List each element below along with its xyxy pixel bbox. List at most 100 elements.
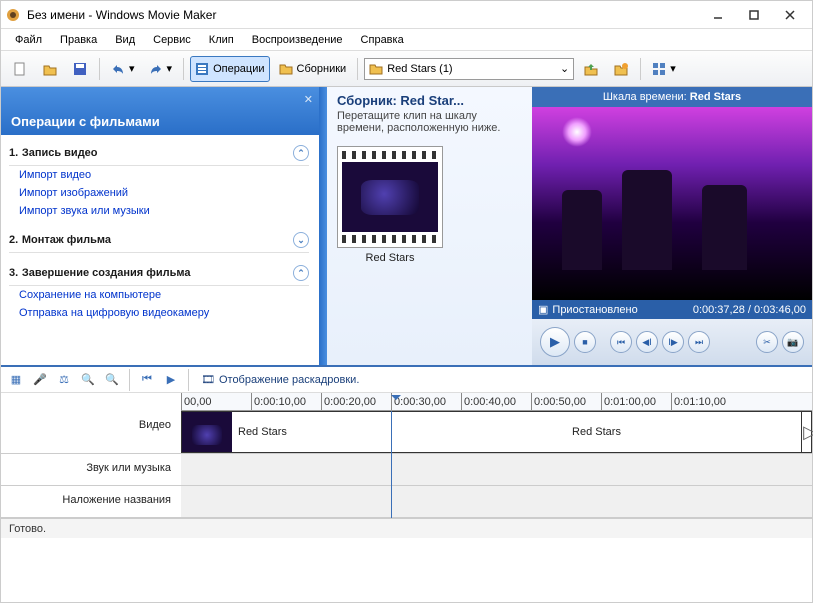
minimize-button[interactable]: [700, 4, 736, 26]
menu-clip[interactable]: Клип: [201, 32, 242, 48]
folder-icon: [369, 62, 383, 76]
save-button[interactable]: [67, 56, 93, 82]
task-head-edit[interactable]: 2. Монтаж фильма ⌄: [9, 228, 309, 253]
redo-button[interactable]: ▾: [144, 56, 178, 82]
undo-button[interactable]: ▾: [106, 56, 140, 82]
tasks-banner-title: Операции с фильмами: [11, 114, 160, 129]
track-label-video: Видео: [1, 411, 181, 453]
task-link-import-images[interactable]: Импорт изображений: [9, 184, 309, 202]
rewind-button[interactable]: ⏮: [138, 371, 156, 389]
track-audio-content[interactable]: [181, 454, 812, 485]
chevron-down-icon: ▾: [670, 62, 676, 75]
menu-view[interactable]: Вид: [107, 32, 143, 48]
chevron-down-icon: ⌄: [560, 62, 569, 75]
operations-button[interactable]: Операции: [190, 56, 269, 82]
menu-help[interactable]: Справка: [353, 32, 412, 48]
menu-tools[interactable]: Сервис: [145, 32, 199, 48]
statusbar: Готово.: [1, 518, 812, 538]
preview-status-text: Приостановлено: [552, 304, 637, 316]
app-icon: [5, 7, 21, 23]
expand-icon[interactable]: ⌄: [293, 232, 309, 248]
tasks-close-icon[interactable]: ✕: [304, 93, 313, 106]
preview-time: 0:00:37,28 / 0:03:46,00: [693, 304, 806, 316]
task-link-import-video[interactable]: Импорт видео: [9, 166, 309, 184]
zoom-out-button[interactable]: 🔍: [103, 371, 121, 389]
open-button[interactable]: [37, 56, 63, 82]
step-forward-button[interactable]: Ⅰ▶: [662, 331, 684, 353]
track-label-audio: Звук или музыка: [1, 454, 181, 485]
toolbar-separator: [357, 58, 358, 80]
preview-statusbar: ▣ Приостановлено 0:00:37,28 / 0:03:46,00: [532, 300, 812, 319]
tracks: Видео Red Stars Red Stars ▷ Звук или муз…: [1, 411, 812, 518]
timeline-clip[interactable]: Red Stars: [392, 412, 802, 452]
narrate-button[interactable]: 🎤: [31, 371, 49, 389]
audio-levels-button[interactable]: ⚖: [55, 371, 73, 389]
track-audio: Звук или музыка: [1, 454, 812, 486]
main-area: Операции с фильмами ✕ 1. Запись видео ⌃ …: [1, 87, 812, 367]
track-video-content[interactable]: Red Stars Red Stars ▷: [181, 411, 812, 453]
collapse-icon[interactable]: ⌃: [293, 265, 309, 281]
close-button[interactable]: [772, 4, 808, 26]
tasks-banner: Операции с фильмами ✕: [1, 87, 319, 135]
menu-file[interactable]: Файл: [7, 32, 50, 48]
task-link-save-computer[interactable]: Сохранение на компьютере: [9, 286, 309, 304]
maximize-button[interactable]: [736, 4, 772, 26]
new-folder-button[interactable]: [608, 56, 634, 82]
collections-button[interactable]: Сборники: [274, 56, 352, 82]
task-title: Монтаж фильма: [22, 234, 111, 246]
timeline-show-button[interactable]: ▦: [7, 371, 25, 389]
track-video: Видео Red Stars Red Stars ▷: [1, 411, 812, 454]
menu-edit[interactable]: Правка: [52, 32, 105, 48]
zoom-in-button[interactable]: 🔍: [79, 371, 97, 389]
toolbar-separator: [99, 58, 100, 80]
task-title: Завершение создания фильма: [22, 267, 191, 279]
preview-controls: ▶ ■ ⏮ ◀Ⅰ Ⅰ▶ ⏭ ✂ 📷: [532, 319, 812, 365]
up-level-button[interactable]: [578, 56, 604, 82]
stop-button[interactable]: ■: [574, 331, 596, 353]
preview-video[interactable]: [532, 107, 812, 300]
operations-label: Операции: [213, 63, 264, 75]
toolbar-separator: [183, 58, 184, 80]
toolbar-separator: [188, 369, 189, 391]
accent-strip: [319, 87, 327, 365]
task-link-send-camera[interactable]: Отправка на цифровую видеокамеру: [9, 304, 309, 322]
storyboard-label: Отображение раскадровки.: [219, 374, 359, 386]
next-clip-button[interactable]: ⏭: [688, 331, 710, 353]
clip-name: Red Stars: [238, 426, 287, 438]
timeline-clip[interactable]: Red Stars: [182, 412, 392, 452]
chevron-down-icon: ▾: [167, 62, 173, 75]
task-section-edit: 2. Монтаж фильма ⌄: [9, 228, 309, 253]
play-button[interactable]: ▶: [540, 327, 570, 357]
play-timeline-button[interactable]: ▶: [162, 371, 180, 389]
playhead[interactable]: [391, 393, 401, 410]
ruler-tick: 0:00:20,00: [321, 393, 376, 410]
storyboard-switch[interactable]: 🎞 Отображение раскадровки.: [197, 371, 363, 388]
menubar: Файл Правка Вид Сервис Клип Воспроизведе…: [1, 29, 812, 51]
task-num: 1.: [9, 147, 18, 159]
new-button[interactable]: [7, 56, 33, 82]
track-title-content[interactable]: [181, 486, 812, 517]
task-link-import-audio[interactable]: Импорт звука или музыки: [9, 202, 309, 220]
task-head-finish[interactable]: 3. Завершение создания фильма ⌃: [9, 261, 309, 286]
menu-playback[interactable]: Воспроизведение: [244, 32, 351, 48]
collection-dropdown[interactable]: Red Stars (1) ⌄: [364, 58, 574, 80]
step-back-button[interactable]: ◀Ⅰ: [636, 331, 658, 353]
pause-icon: ▣: [538, 303, 548, 316]
chevron-down-icon: ▾: [129, 62, 135, 75]
tasks-body: 1. Запись видео ⌃ Импорт видео Импорт из…: [1, 135, 319, 365]
toolbar-separator: [640, 58, 641, 80]
prev-clip-button[interactable]: ⏮: [610, 331, 632, 353]
task-title: Запись видео: [22, 147, 98, 159]
collapse-icon[interactable]: ⌃: [293, 145, 309, 161]
view-mode-button[interactable]: ▾: [647, 56, 681, 82]
film-strip-icon: [337, 146, 443, 248]
ruler-tick: 0:00:50,00: [531, 393, 586, 410]
preview-header: Шкала времени: Red Stars: [532, 87, 812, 107]
task-head-capture[interactable]: 1. Запись видео ⌃: [9, 141, 309, 166]
collection-selected: Red Stars (1): [387, 63, 452, 75]
timeline-ruler[interactable]: 00,00 0:00:10,00 0:00:20,00 0:00:30,00 0…: [181, 393, 812, 411]
preview-header-name: Red Stars: [690, 91, 741, 103]
snapshot-button[interactable]: 📷: [782, 331, 804, 353]
split-button[interactable]: ✂: [756, 331, 778, 353]
clip-thumbnail[interactable]: Red Stars: [337, 146, 443, 264]
